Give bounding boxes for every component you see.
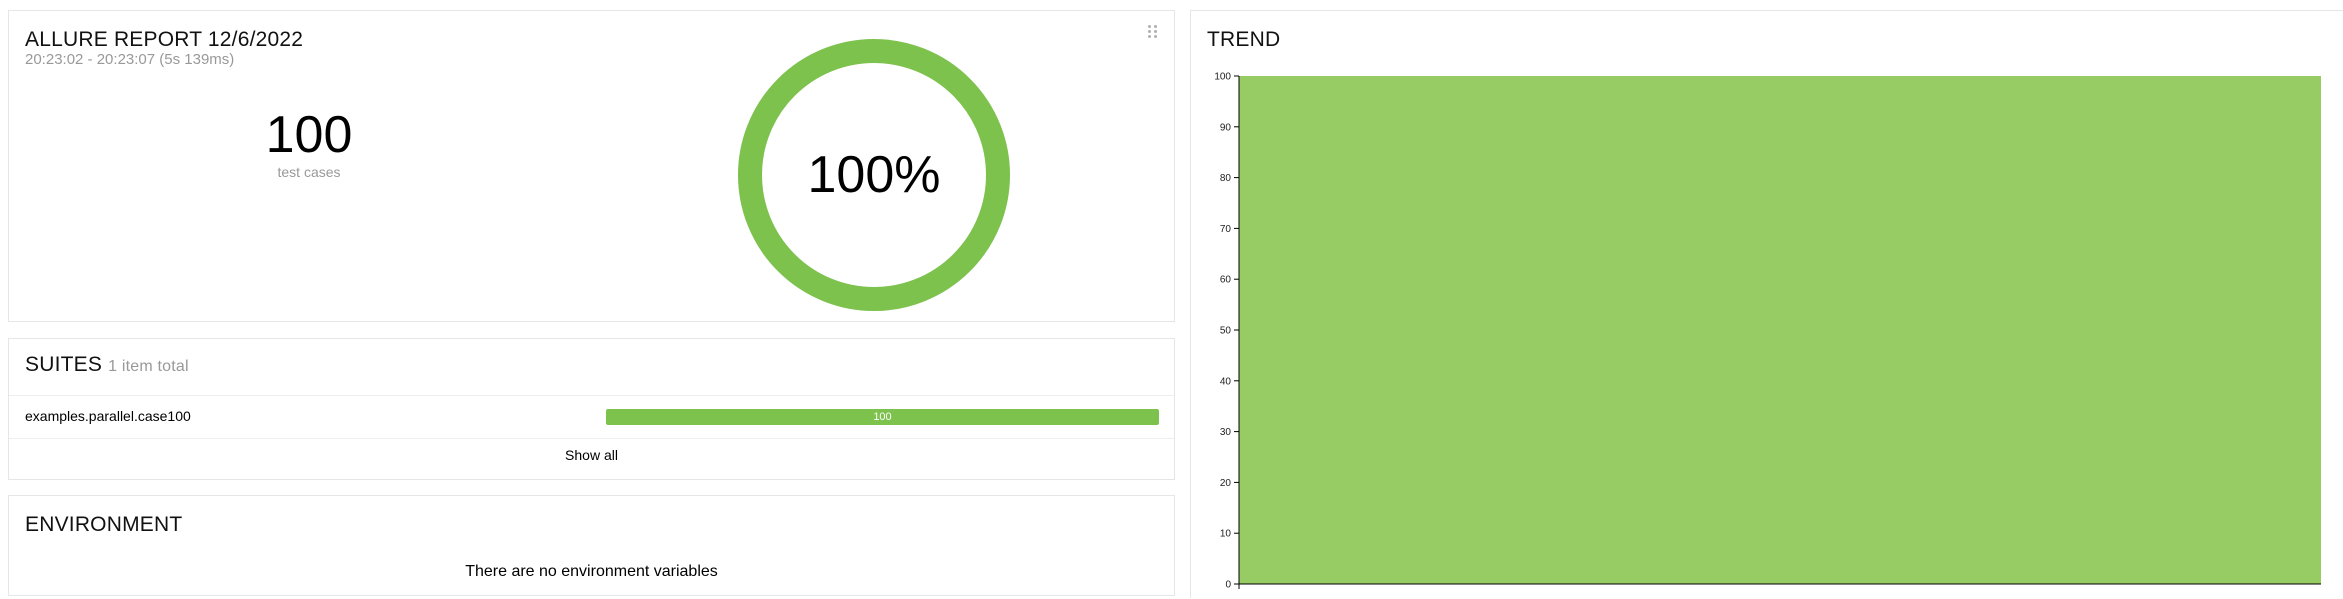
trend-y-tick-label: 80 [1220,173,1232,184]
environment-title: ENVIRONMENT [25,513,183,536]
trend-passed-area [1239,76,2321,584]
trend-y-tick-label: 90 [1220,122,1232,133]
summary-widget: ALLURE REPORT 12/6/2022 20:23:02 - 20:23… [8,10,1175,322]
trend-chart: 0 10 20 30 40 50 60 70 80 90 100 [1214,72,2321,591]
show-all-link[interactable]: Show all [9,447,1174,463]
trend-y-tick-label: 100 [1214,72,1231,83]
test-case-count: 100 [265,106,353,164]
test-case-count-label: test cases [277,164,341,180]
trend-y-tick-label: 60 [1220,275,1232,286]
trend-y-tick-label: 10 [1220,529,1232,540]
trend-y-tick-label: 50 [1220,326,1232,337]
trend-y-tick-label: 0 [1225,580,1231,591]
trend-y-tick-label: 40 [1220,376,1232,387]
suites-title-text: SUITES [25,353,103,376]
report-time-range: 20:23:02 - 20:23:07 (5s 139ms) [25,51,235,68]
environment-empty-message: There are no environment variables [465,563,718,580]
trend-y-tick-label: 30 [1220,427,1232,438]
trend-widget: TREND 0 10 20 30 40 50 60 70 80 90 100 [1190,10,2343,598]
success-rate-text: 100% [807,146,941,204]
success-rate-donut: 100% [736,37,1012,313]
suite-passed-count: 100 [873,411,892,423]
trend-y-tick-label: 70 [1220,224,1232,235]
suite-name: examples.parallel.case100 [25,408,191,424]
suite-status-bar: 100 [606,409,1159,425]
report-title: ALLURE REPORT 12/6/2022 [25,28,304,51]
trend-y-tick-label: 20 [1220,478,1232,489]
environment-widget: ENVIRONMENT There are no environment var… [8,495,1175,596]
suite-row[interactable]: examples.parallel.case100 100 [9,395,1174,439]
suites-widget: SUITES 1 item total examples.parallel.ca… [8,338,1175,480]
suites-count: 1 item total [108,358,189,375]
suites-title: SUITES 1 item total [25,353,189,377]
grip-icon[interactable] [1148,25,1158,39]
